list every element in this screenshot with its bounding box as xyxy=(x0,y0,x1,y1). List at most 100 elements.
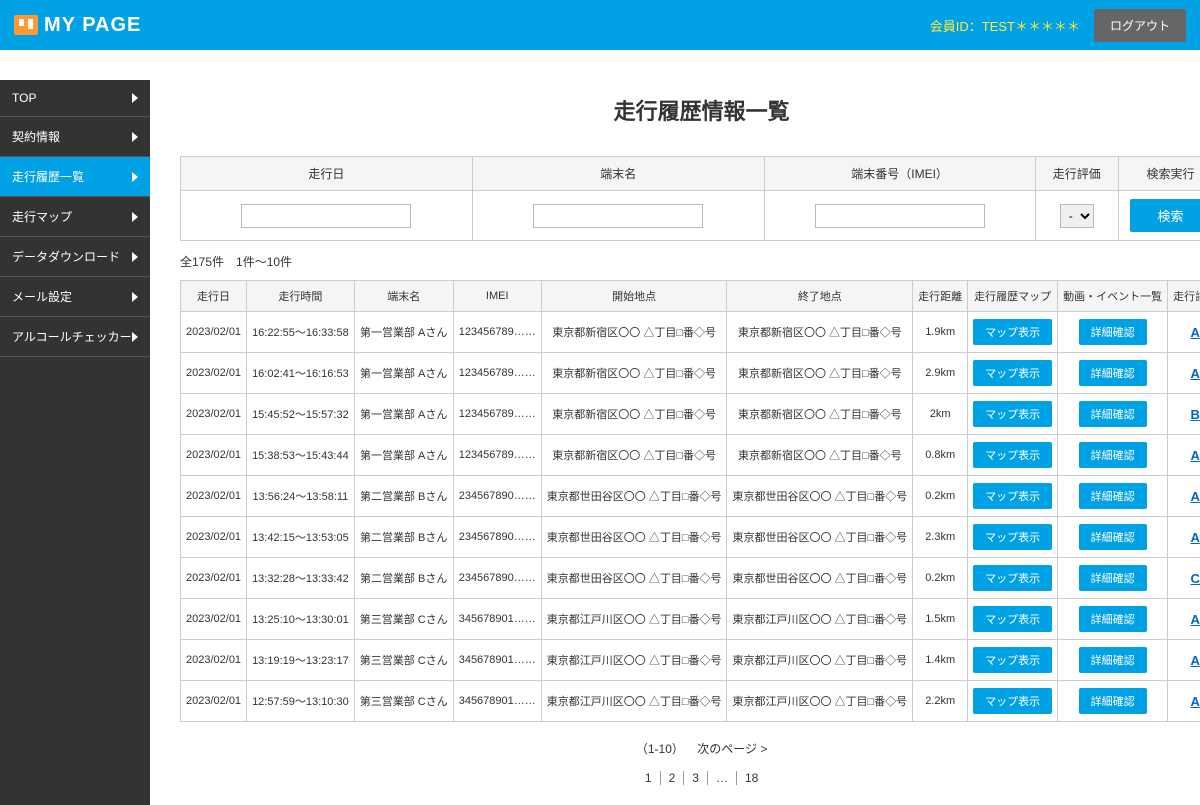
rating-link[interactable]: A xyxy=(1190,448,1199,463)
cell-end: 東京都世田谷区〇〇 △丁目□番◇号 xyxy=(727,476,913,517)
pager-next[interactable]: 次のページ > xyxy=(697,742,767,756)
filter-date-input[interactable] xyxy=(241,204,411,228)
rating-link[interactable]: A xyxy=(1190,489,1199,504)
logo[interactable]: MY PAGE xyxy=(14,14,141,37)
rating-link[interactable]: A xyxy=(1190,653,1199,668)
pager: （1-10） 次のページ > 123…18 xyxy=(180,740,1200,785)
search-button[interactable]: 検索 xyxy=(1130,199,1200,232)
detail-button[interactable]: 詳細確認 xyxy=(1079,360,1147,386)
result-count: 全175件 1件～10件 xyxy=(180,253,1200,270)
sidebar-item-6[interactable]: アルコールチェッカー xyxy=(0,317,150,357)
pager-pages: 123…18 xyxy=(180,771,1200,785)
rating-link[interactable]: B xyxy=(1190,407,1199,422)
pager-page[interactable]: 1 xyxy=(637,771,661,785)
cell-start: 東京都江戸川区〇〇 △丁目□番◇号 xyxy=(541,681,727,722)
table-row: 2023/02/0116:22:55～16:33:58第一営業部 Aさん1234… xyxy=(181,312,1200,353)
rating-link[interactable]: A xyxy=(1190,325,1199,340)
cell-dist: 2.2km xyxy=(913,681,968,722)
pager-page[interactable]: 2 xyxy=(661,771,685,785)
cell-end: 東京都江戸川区〇〇 △丁目□番◇号 xyxy=(727,640,913,681)
detail-button[interactable]: 詳細確認 xyxy=(1079,524,1147,550)
detail-button[interactable]: 詳細確認 xyxy=(1079,647,1147,673)
filter-imei-input[interactable] xyxy=(815,204,985,228)
detail-button[interactable]: 詳細確認 xyxy=(1079,401,1147,427)
map-button[interactable]: マップ表示 xyxy=(973,524,1052,550)
cell-end: 東京都世田谷区〇〇 △丁目□番◇号 xyxy=(727,558,913,599)
map-button[interactable]: マップ表示 xyxy=(973,483,1052,509)
column-header: 走行時間 xyxy=(247,281,355,312)
sidebar-item-3[interactable]: 走行マップ xyxy=(0,197,150,237)
cell-dist: 0.2km xyxy=(913,558,968,599)
sidebar-item-1[interactable]: 契約情報 xyxy=(0,117,150,157)
cell-end: 東京都世田谷区〇〇 △丁目□番◇号 xyxy=(727,517,913,558)
pager-page[interactable]: 18 xyxy=(737,771,766,785)
cell-imei: 234567890…… xyxy=(453,476,541,517)
cell-imei: 123456789…… xyxy=(453,394,541,435)
filter-header: 端末番号（IMEI） xyxy=(764,157,1035,191)
filter-device-input[interactable] xyxy=(533,204,703,228)
map-button[interactable]: マップ表示 xyxy=(973,319,1052,345)
cell-device: 第三営業部 Cさん xyxy=(354,640,453,681)
rating-link[interactable]: A xyxy=(1190,612,1199,627)
cell-imei: 234567890…… xyxy=(453,558,541,599)
map-button[interactable]: マップ表示 xyxy=(973,565,1052,591)
cell-date: 2023/02/01 xyxy=(181,476,247,517)
rating-link[interactable]: A xyxy=(1190,530,1199,545)
sidebar-item-label: TOP xyxy=(12,91,36,105)
cell-dist: 0.8km xyxy=(913,435,968,476)
table-row: 2023/02/0113:25:10～13:30:01第三営業部 Cさん3456… xyxy=(181,599,1200,640)
logo-icon xyxy=(14,15,38,35)
map-button[interactable]: マップ表示 xyxy=(973,442,1052,468)
table-row: 2023/02/0115:45:52～15:57:32第一営業部 Aさん1234… xyxy=(181,394,1200,435)
cell-device: 第二営業部 Bさん xyxy=(354,476,453,517)
table-row: 2023/02/0113:56:24～13:58:11第二営業部 Bさん2345… xyxy=(181,476,1200,517)
map-button[interactable]: マップ表示 xyxy=(973,606,1052,632)
sidebar-item-0[interactable]: TOP xyxy=(0,80,150,117)
rating-link[interactable]: A xyxy=(1190,694,1199,709)
cell-dist: 2.3km xyxy=(913,517,968,558)
filter-rating-select[interactable]: - xyxy=(1060,204,1094,228)
filter-panel: 走行日端末名端末番号（IMEI）走行評価検索実行 - 検索 xyxy=(180,156,1200,241)
sidebar-item-2[interactable]: 走行履歴一覧 xyxy=(0,157,150,197)
cell-date: 2023/02/01 xyxy=(181,312,247,353)
map-button[interactable]: マップ表示 xyxy=(973,401,1052,427)
detail-button[interactable]: 詳細確認 xyxy=(1079,483,1147,509)
cell-imei: 345678901…… xyxy=(453,681,541,722)
detail-button[interactable]: 詳細確認 xyxy=(1079,688,1147,714)
map-button[interactable]: マップ表示 xyxy=(973,647,1052,673)
sidebar-item-4[interactable]: データダウンロード xyxy=(0,237,150,277)
sidebar-item-label: データダウンロード xyxy=(12,248,120,265)
main-content: 走行履歴情報一覧 走行日端末名端末番号（IMEI）走行評価検索実行 - 検索 全… xyxy=(150,50,1200,805)
cell-dist: 1.4km xyxy=(913,640,968,681)
sidebar-item-label: 契約情報 xyxy=(12,128,60,145)
table-row: 2023/02/0112:57:59～13:10:30第三営業部 Cさん3456… xyxy=(181,681,1200,722)
map-button[interactable]: マップ表示 xyxy=(973,688,1052,714)
cell-date: 2023/02/01 xyxy=(181,394,247,435)
cell-device: 第三営業部 Cさん xyxy=(354,681,453,722)
rating-link[interactable]: C xyxy=(1190,571,1199,586)
detail-button[interactable]: 詳細確認 xyxy=(1079,319,1147,345)
cell-time: 15:38:53～15:43:44 xyxy=(247,435,355,476)
map-button[interactable]: マップ表示 xyxy=(973,360,1052,386)
sidebar-item-5[interactable]: メール設定 xyxy=(0,277,150,317)
cell-device: 第一営業部 Aさん xyxy=(354,435,453,476)
logout-button[interactable]: ログアウト xyxy=(1094,9,1186,42)
cell-end: 東京都江戸川区〇〇 △丁目□番◇号 xyxy=(727,681,913,722)
results-table: 走行日走行時間端末名IMEI開始地点終了地点走行距離走行履歴マップ動画・イベント… xyxy=(180,280,1200,722)
cell-dist: 1.9km xyxy=(913,312,968,353)
page-title: 走行履歴情報一覧 xyxy=(180,94,1200,126)
cell-date: 2023/02/01 xyxy=(181,353,247,394)
filter-header: 走行日 xyxy=(181,157,473,191)
pager-page[interactable]: 3 xyxy=(684,771,708,785)
sidebar-item-label: メール設定 xyxy=(12,288,72,305)
chevron-right-icon xyxy=(132,252,138,262)
rating-link[interactable]: A xyxy=(1190,366,1199,381)
cell-end: 東京都新宿区〇〇 △丁目□番◇号 xyxy=(727,312,913,353)
cell-dist: 0.2km xyxy=(913,476,968,517)
detail-button[interactable]: 詳細確認 xyxy=(1079,442,1147,468)
cell-time: 13:42:15～13:53:05 xyxy=(247,517,355,558)
detail-button[interactable]: 詳細確認 xyxy=(1079,606,1147,632)
logo-text: MY PAGE xyxy=(44,14,141,37)
cell-start: 東京都新宿区〇〇 △丁目□番◇号 xyxy=(541,312,727,353)
detail-button[interactable]: 詳細確認 xyxy=(1079,565,1147,591)
